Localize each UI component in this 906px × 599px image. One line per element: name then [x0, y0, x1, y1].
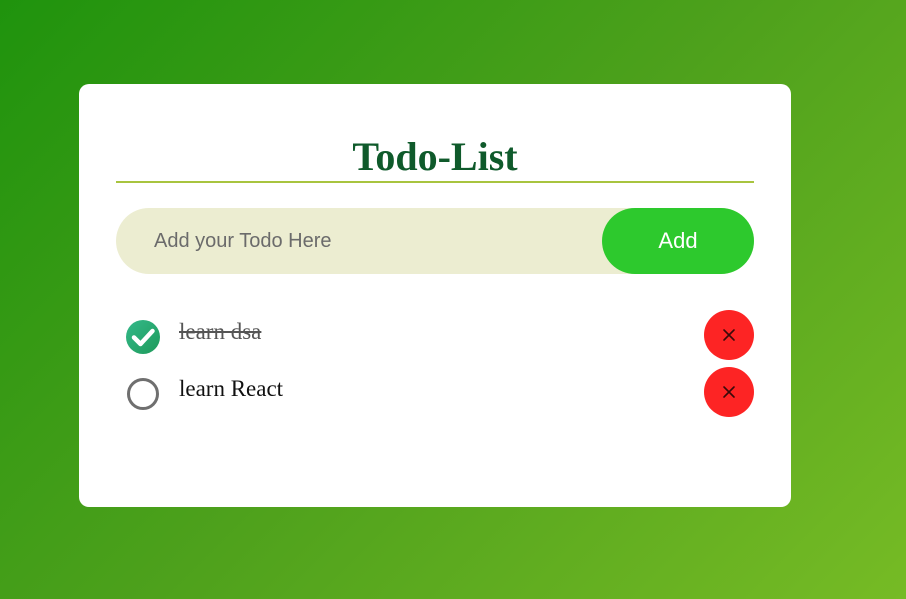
- todo-card: Todo-List Add learn dsa: [79, 84, 791, 507]
- title-divider: [116, 181, 754, 183]
- todo-item: learn dsa: [116, 310, 754, 360]
- todo-list: learn dsa learn React: [116, 310, 754, 424]
- todo-item: learn React: [116, 367, 754, 417]
- todo-text: learn dsa: [179, 319, 262, 344]
- todo-input[interactable]: [116, 208, 596, 274]
- todo-input-row: Add: [116, 208, 754, 274]
- page-title: Todo-List: [352, 134, 518, 179]
- close-icon: [723, 329, 735, 341]
- delete-button[interactable]: [704, 310, 754, 360]
- unchecked-circle-icon[interactable]: [125, 376, 161, 412]
- todo-text: learn React: [179, 376, 284, 401]
- delete-button[interactable]: [704, 367, 754, 417]
- checked-circle-icon[interactable]: [125, 319, 161, 355]
- close-icon: [723, 386, 735, 398]
- add-button[interactable]: Add: [602, 208, 754, 274]
